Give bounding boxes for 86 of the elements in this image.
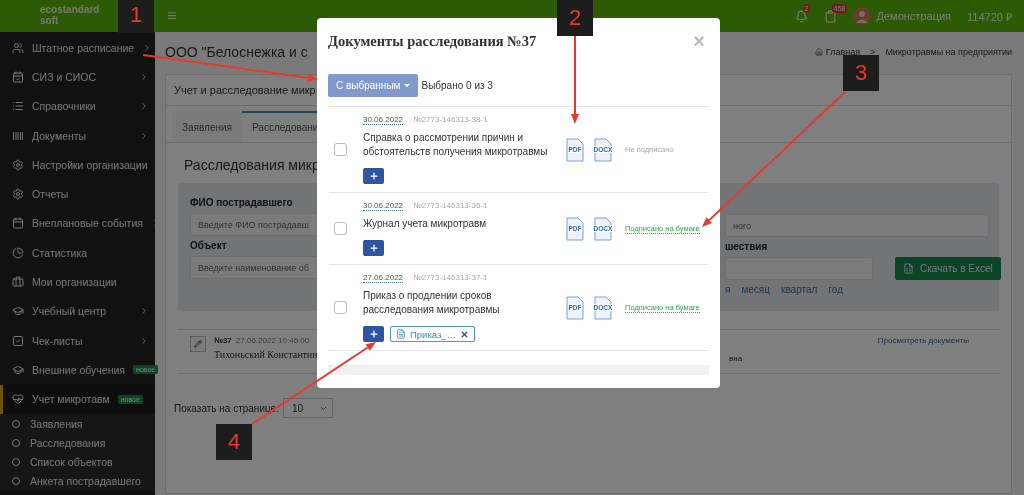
document-date[interactable]: 30.06.2022 [363,115,404,125]
record-number: №37 [214,336,232,345]
sidebar-item[interactable]: Мои организации [0,267,155,297]
checkbox-icon [12,334,24,347]
period-link[interactable]: квартал [781,284,818,295]
period-link[interactable]: месяц [741,284,770,295]
add-button[interactable] [363,240,384,256]
document-title: Справка о рассмотрении причин и обстоятельств получения микротравмы [363,131,549,159]
annotation-marker: 4 [216,424,252,460]
document-title: Приказ о продлении сроков расследования микротравмы [363,289,501,317]
home-icon [814,48,823,56]
record-datetime: 27.06.2022 10:46:00 [235,336,310,345]
add-button[interactable] [363,326,384,342]
sidebar-item[interactable]: Внеплановые события [0,208,155,239]
checkbox[interactable] [334,222,347,235]
annotation-marker: 3 [843,55,879,91]
field-label: Объект [190,240,227,251]
view-documents-link[interactable]: Просмотреть документы [877,336,969,345]
sidebar-subitem[interactable]: Заявления [0,414,155,434]
people-icon [12,41,24,54]
attachment-chip[interactable]: Приказ_… [390,326,476,342]
period-link[interactable]: я [725,284,731,295]
period-link[interactable]: год [828,284,843,295]
selected-count: Выбрано 0 из 3 [421,80,493,91]
victim-name: Тихоньский Константин [214,349,318,360]
plus-icon [368,329,379,339]
sidebar-item[interactable]: Справочники [0,91,155,121]
tab[interactable]: Заявления [172,111,243,142]
sidebar-item[interactable]: Штатное расписание [0,33,155,63]
sidebar-subitem[interactable]: Список объектов [0,452,155,472]
graduation-cap-icon [12,305,24,318]
sidebar-item[interactable]: СИЗ и СИОС [0,62,155,92]
breadcrumb-current: Микротравмы на предприятии [885,47,1012,57]
field-label: ФИО пострадавшего [190,197,293,208]
gear-icon [12,188,24,201]
sidebar-item[interactable]: Чек-листы [0,325,155,356]
sidebar-item[interactable]: Настройки организации [0,150,155,180]
scrollbar[interactable] [328,365,709,375]
annotation-marker: 2 [557,0,593,36]
sidebar-subitem[interactable]: Анкета пострадавшего [0,471,155,491]
document-date[interactable]: 27.06.2022 [363,273,404,283]
sidebar-item[interactable]: Статистика [0,238,155,268]
page-title: ООО "Белоснежка и с [165,44,308,60]
field-label: шествия [725,241,768,252]
add-button[interactable] [363,168,384,184]
plus-icon [368,171,379,181]
dialog-title: Документы расследования №37 [328,33,537,50]
checkbox[interactable] [334,301,347,314]
sidebar-item[interactable]: Документы [0,120,155,151]
document-number: №2773-146313-38-1 [413,115,488,125]
breadcrumb-separator: > [870,47,876,57]
sidebar-subitem[interactable]: Расследования [0,433,155,453]
excel-button[interactable]: Скачать в Excel [895,257,1001,280]
caret-icon [404,84,411,87]
bell-icon[interactable] [794,9,808,23]
remove-icon[interactable] [460,329,470,339]
pencil-icon [194,340,202,348]
document-number: №2773-146313-36-1 [413,201,488,211]
list-icon [12,100,24,113]
balance: 114720 ₽ [967,9,1012,24]
calendar-icon [12,217,24,230]
clipboard-icon[interactable] [823,9,837,23]
table-text: вна [729,354,743,363]
graduation-cap-icon [12,363,24,376]
breadcrumb-link[interactable]: Главная [814,47,861,57]
heart-pulse-icon [12,393,24,406]
avatar-icon[interactable] [852,7,871,25]
document-number: №2773-146313-37-1 [413,273,488,283]
barcode-icon [12,129,24,142]
bulk-actions-button[interactable]: С выбранным [328,74,419,97]
file-icon [396,329,406,339]
input-field[interactable]: ного [725,214,989,237]
briefcase-icon [12,276,24,288]
sidebar-item[interactable]: Учебный центр [0,296,155,326]
document-title: Журнал учета микротравм [363,217,487,231]
spreadsheet-icon [903,263,914,274]
annotation-marker: 1 [118,0,154,33]
pie-chart-icon [12,246,24,259]
plus-icon [368,243,379,253]
calendar-check-icon [12,70,24,83]
checkbox[interactable] [334,143,347,156]
gear-icon [12,158,24,171]
page-size-select[interactable]: 10 [282,398,333,418]
sidebar-item[interactable]: Отчеты [0,179,155,209]
document-date[interactable]: 30.06.2022 [363,201,404,211]
edit-button[interactable] [190,336,206,352]
